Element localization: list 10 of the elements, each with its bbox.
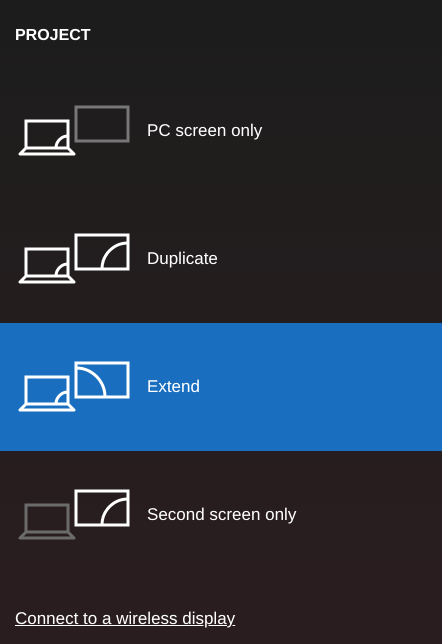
laptop-and-monitor-icon — [18, 488, 130, 542]
wireless-display-link[interactable]: Connect to a wireless display — [15, 609, 236, 628]
display-mode-option[interactable]: Second screen only — [0, 451, 442, 579]
display-mode-option[interactable]: Duplicate — [0, 195, 442, 323]
laptop-and-monitor-icon — [18, 232, 130, 286]
display-mode-option[interactable]: Extend — [0, 323, 442, 451]
laptop-and-monitor-icon — [18, 104, 130, 158]
panel-title: PROJECT — [15, 27, 91, 44]
display-mode-option[interactable]: PC screen only — [0, 67, 442, 195]
laptop-and-monitor-icon — [18, 360, 130, 414]
